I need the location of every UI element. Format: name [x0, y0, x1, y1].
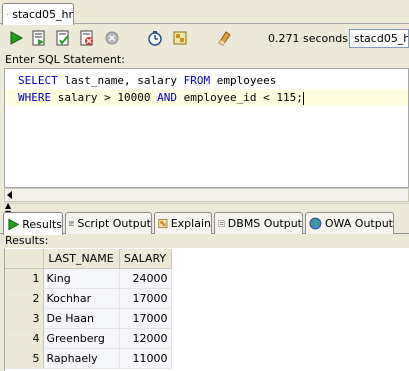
table-row[interactable]: 2 Kochhar 17000 — [5, 288, 172, 309]
cell-salary[interactable]: 11000 — [119, 348, 172, 369]
document-tab[interactable]: stacd05_hr — [2, 3, 74, 25]
keyword-and: AND — [157, 91, 177, 104]
pane-splitter[interactable] — [4, 203, 409, 209]
explain-tab-icon — [158, 219, 168, 228]
cell-salary[interactable]: 17000 — [119, 308, 172, 329]
cell-salary[interactable]: 12000 — [119, 328, 172, 349]
tab-label: Explain — [170, 217, 211, 230]
row-number: 2 — [5, 288, 44, 309]
cell-salary[interactable]: 24000 — [119, 268, 172, 289]
code-text: salary > — [51, 91, 118, 104]
enter-sql-label: Enter SQL Statement: — [5, 53, 125, 66]
result-tabs: Results Script Output Explain DBMS Outpu… — [0, 210, 409, 235]
code-text: employee_id < — [176, 91, 277, 104]
elapsed-time: 0.271 seconds — [268, 32, 348, 45]
tab-dbms-output[interactable]: DBMS Output — [214, 212, 303, 234]
tab-label: Script Output — [77, 217, 151, 230]
tab-label: DBMS Output — [227, 217, 302, 230]
text-caret — [302, 91, 304, 105]
code-line-1: SELECT last_name, salary FROM employees — [5, 72, 408, 89]
number-literal: 115 — [276, 91, 297, 104]
explain-icon — [148, 31, 162, 46]
cancel-button[interactable] — [102, 28, 122, 48]
document-tab-label: stacd05_hr — [12, 8, 73, 21]
table-row[interactable]: 3 De Haan 17000 — [5, 308, 172, 329]
commit-icon — [56, 30, 69, 46]
table-row[interactable]: 1 King 24000 — [5, 268, 172, 289]
cell-last-name[interactable]: Greenberg — [43, 328, 120, 349]
column-header-row-number[interactable] — [5, 249, 44, 269]
tab-label: OWA Output — [324, 217, 393, 230]
row-number: 4 — [5, 328, 44, 349]
cell-salary[interactable]: 17000 — [119, 288, 172, 309]
row-number: 5 — [5, 348, 44, 369]
cell-last-name[interactable]: Kochhar — [43, 288, 120, 309]
rollback-icon — [80, 30, 93, 46]
sql-worksheet-icon — [7, 13, 9, 16]
row-number: 1 — [5, 268, 44, 289]
tab-label: Results — [22, 217, 62, 231]
keyword-from: FROM — [183, 74, 211, 87]
results-grid: LAST_NAME SALARY 1 King 24000 2 Kochhar … — [5, 249, 172, 369]
row-number: 3 — [5, 308, 44, 329]
toolbar: 0.271 seconds stacd05_hr — [0, 25, 409, 51]
dbms-output-icon — [218, 220, 225, 227]
execute-explain-plan-button[interactable] — [145, 28, 165, 48]
tab-results[interactable]: Results — [3, 212, 63, 235]
script-output-icon — [69, 221, 75, 226]
scroll-left-icon[interactable] — [7, 191, 12, 199]
horizontal-scrollbar[interactable] — [4, 188, 409, 202]
rollback-button[interactable] — [77, 28, 97, 48]
code-text: last_name, salary — [57, 74, 184, 87]
cancel-icon — [105, 31, 119, 45]
column-header-salary[interactable]: SALARY — [119, 249, 172, 269]
cell-last-name[interactable]: King — [43, 268, 120, 289]
results-play-icon — [8, 218, 20, 230]
cell-last-name[interactable]: De Haan — [43, 308, 120, 329]
commit-button[interactable] — [53, 28, 73, 48]
code-text: employees — [210, 74, 277, 87]
code-text: ; — [296, 91, 303, 104]
autotrace-button[interactable] — [170, 28, 190, 48]
results-label: Results: — [5, 234, 49, 247]
clear-icon — [218, 31, 231, 46]
run-statement-button[interactable] — [6, 28, 26, 48]
tab-script-output[interactable]: Script Output — [65, 212, 152, 234]
run-icon — [10, 31, 23, 45]
cell-last-name[interactable]: Raphaely — [43, 348, 120, 369]
tab-owa-output[interactable]: OWA Output — [305, 212, 394, 234]
table-row[interactable]: 4 Greenberg 12000 — [5, 328, 172, 349]
autotrace-icon — [173, 31, 187, 45]
sql-editor[interactable]: SELECT last_name, salary FROM employees … — [4, 68, 409, 188]
globe-icon — [309, 217, 322, 230]
table-row[interactable]: 5 Raphaely 11000 — [5, 348, 172, 369]
keyword-select: SELECT — [18, 74, 58, 87]
keyword-where: WHERE — [18, 91, 52, 104]
connection-select[interactable]: stacd05_hr — [349, 29, 409, 48]
column-header-last-name[interactable]: LAST_NAME — [43, 249, 120, 269]
run-script-button[interactable] — [29, 28, 49, 48]
tab-explain[interactable]: Explain — [154, 212, 212, 234]
clear-button[interactable] — [214, 28, 234, 48]
number-literal: 10000 — [117, 91, 151, 104]
run-script-icon — [32, 30, 45, 46]
code-line-2: WHERE salary > 10000 AND employee_id < 1… — [5, 89, 408, 106]
